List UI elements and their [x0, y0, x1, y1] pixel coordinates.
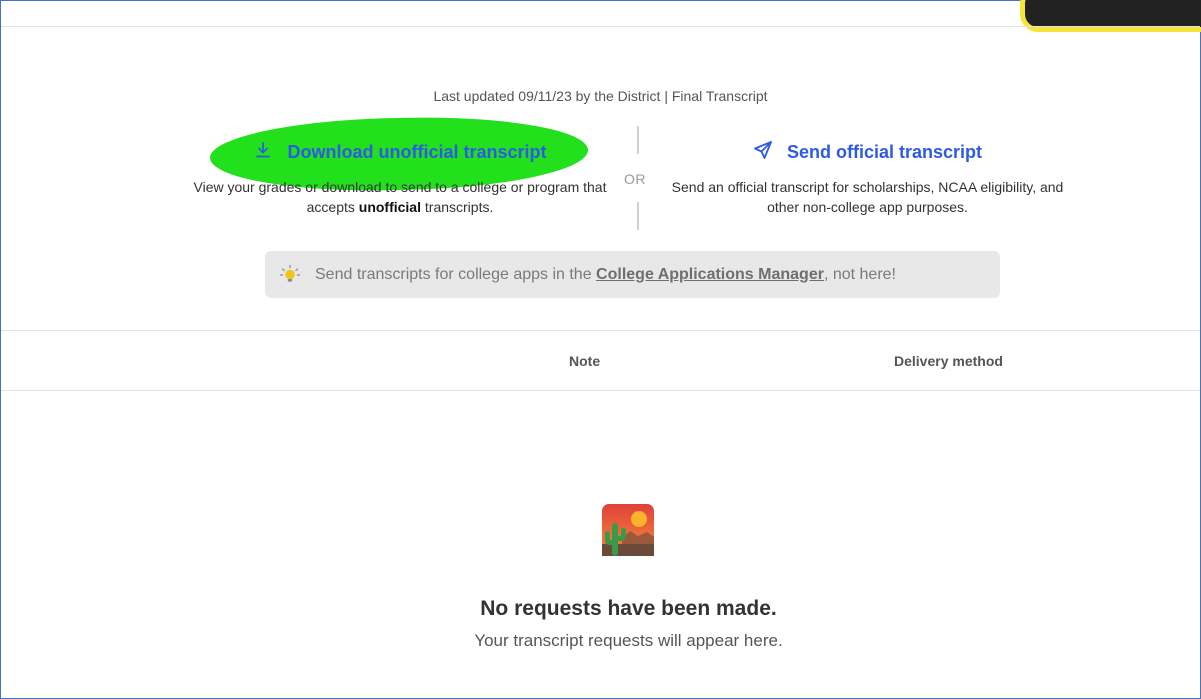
last-updated-text: Last updated 09/11/23 by the District | … [433, 88, 768, 104]
download-link-label: Download unofficial transcript [287, 142, 547, 162]
column-header-note: Note [569, 353, 601, 369]
empty-state-title: No requests have been made. [480, 597, 777, 620]
lightbulb-icon [279, 264, 301, 286]
send-description: Send an official transcript for scholars… [671, 179, 1064, 215]
send-official-transcript-link[interactable]: Send official transcript [753, 140, 982, 165]
send-link-label: Send official transcript [786, 142, 983, 162]
download-unofficial-transcript-link[interactable]: Download unofficial transcript [253, 140, 547, 165]
download-description: View your grades or download to send to … [193, 179, 607, 215]
empty-state-subtitle: Your transcript requests will appear her… [474, 631, 783, 650]
table-header-divider [1, 390, 1200, 391]
or-label: OR [624, 171, 646, 187]
table-top-divider [1, 330, 1200, 331]
download-section: Download unofficial transcript View your… [180, 140, 620, 217]
send-section: Send official transcript Send an officia… [655, 140, 1080, 217]
top-divider [1, 26, 1200, 27]
or-divider-bottom [637, 202, 639, 230]
college-apps-notice: Send transcripts for college apps in the… [265, 251, 1000, 298]
or-divider-top [637, 126, 639, 154]
paper-plane-icon [753, 140, 773, 165]
column-header-delivery-method: Delivery method [894, 353, 1003, 369]
desert-cactus-icon [602, 504, 654, 556]
college-applications-manager-link[interactable]: College Applications Manager [596, 266, 824, 283]
download-icon [253, 140, 273, 165]
corner-tab[interactable] [1020, 0, 1201, 32]
page-frame [0, 0, 1201, 699]
notice-text: Send transcripts for college apps in the… [315, 265, 896, 283]
